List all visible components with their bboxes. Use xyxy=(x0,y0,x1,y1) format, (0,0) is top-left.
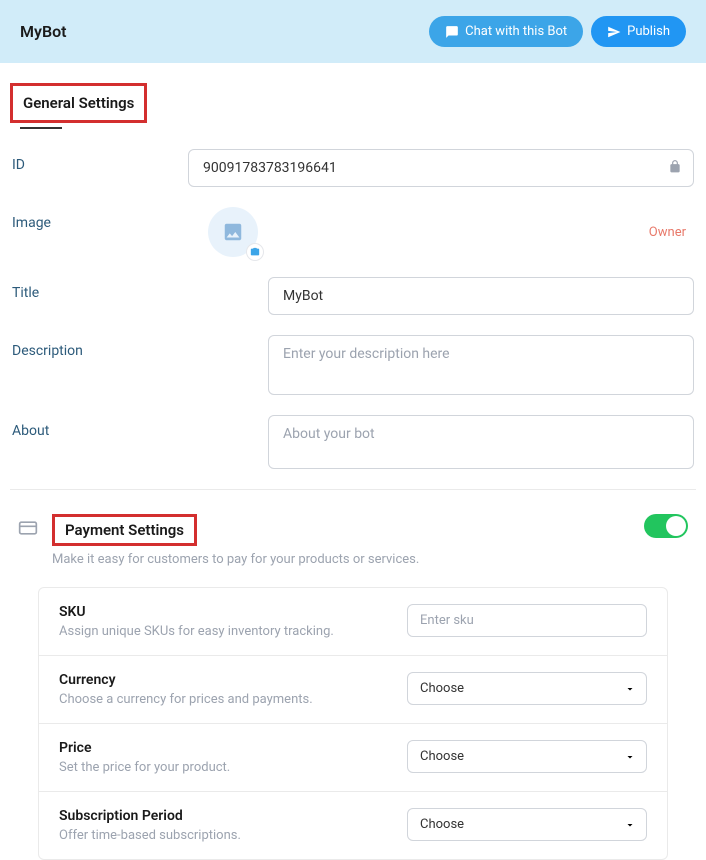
image-control: Owner xyxy=(188,207,694,257)
general-settings-tab[interactable]: General Settings xyxy=(10,83,147,123)
payment-settings-title: Payment Settings xyxy=(52,514,197,546)
sku-title: SKU xyxy=(59,604,387,620)
owner-link[interactable]: Owner xyxy=(649,225,686,240)
title-input[interactable] xyxy=(268,277,694,315)
currency-select[interactable]: Choose xyxy=(407,672,647,705)
sku-left: SKU Assign unique SKUs for easy inventor… xyxy=(59,604,387,639)
lock-icon xyxy=(668,159,682,178)
id-label: ID xyxy=(12,149,188,173)
id-input[interactable] xyxy=(188,149,694,187)
subscription-left: Subscription Period Offer time-based sub… xyxy=(59,808,387,843)
subscription-select[interactable]: Choose xyxy=(407,808,647,841)
payment-head: Payment Settings Make it easy for custom… xyxy=(52,514,630,567)
title-row: Title xyxy=(10,277,696,315)
payment-toggle[interactable] xyxy=(644,514,688,538)
id-input-wrap xyxy=(188,149,694,187)
payment-grid: SKU Assign unique SKUs for easy inventor… xyxy=(38,587,668,860)
currency-row: Currency Choose a currency for prices an… xyxy=(39,656,667,724)
chat-label: Chat with this Bot xyxy=(465,24,567,39)
chat-with-bot-button[interactable]: Chat with this Bot xyxy=(429,16,583,47)
payment-settings-sub: Make it easy for customers to pay for yo… xyxy=(52,552,630,567)
image-icon xyxy=(222,221,244,243)
publish-label: Publish xyxy=(627,24,670,39)
sku-sub: Assign unique SKUs for easy inventory tr… xyxy=(59,624,387,639)
publish-icon xyxy=(607,25,621,39)
sku-input[interactable] xyxy=(407,604,647,637)
about-label: About xyxy=(12,415,268,439)
price-row: Price Set the price for your product. Ch… xyxy=(39,724,667,792)
price-select[interactable]: Choose xyxy=(407,740,647,773)
description-input[interactable] xyxy=(268,335,694,395)
price-left: Price Set the price for your product. xyxy=(59,740,387,775)
subscription-sub: Offer time-based subscriptions. xyxy=(59,828,387,843)
payment-section-header: Payment Settings Make it easy for custom… xyxy=(10,514,696,567)
currency-title: Currency xyxy=(59,672,387,688)
description-row: Description xyxy=(10,335,696,395)
card-icon xyxy=(18,518,38,542)
image-label: Image xyxy=(12,207,188,231)
currency-left: Currency Choose a currency for prices an… xyxy=(59,672,387,707)
currency-sub: Choose a currency for prices and payment… xyxy=(59,692,387,707)
about-row: About xyxy=(10,415,696,469)
title-label: Title xyxy=(12,277,268,301)
subscription-row: Subscription Period Offer time-based sub… xyxy=(39,792,667,859)
divider xyxy=(10,489,696,490)
image-upload[interactable] xyxy=(208,207,258,257)
camera-icon xyxy=(246,243,264,261)
chat-icon xyxy=(445,25,459,39)
tab-underline xyxy=(20,127,62,129)
description-label: Description xyxy=(12,335,268,359)
content: General Settings ID Image Owner Title De… xyxy=(0,63,706,860)
header: MyBot Chat with this Bot Publish xyxy=(0,0,706,63)
header-actions: Chat with this Bot Publish xyxy=(429,16,686,47)
subscription-title: Subscription Period xyxy=(59,808,387,824)
id-row: ID xyxy=(10,149,696,187)
about-input[interactable] xyxy=(268,415,694,469)
publish-button[interactable]: Publish xyxy=(591,16,686,47)
price-title: Price xyxy=(59,740,387,756)
page-title: MyBot xyxy=(20,22,67,41)
sku-row: SKU Assign unique SKUs for easy inventor… xyxy=(39,588,667,656)
price-sub: Set the price for your product. xyxy=(59,760,387,775)
image-row: Image Owner xyxy=(10,207,696,257)
